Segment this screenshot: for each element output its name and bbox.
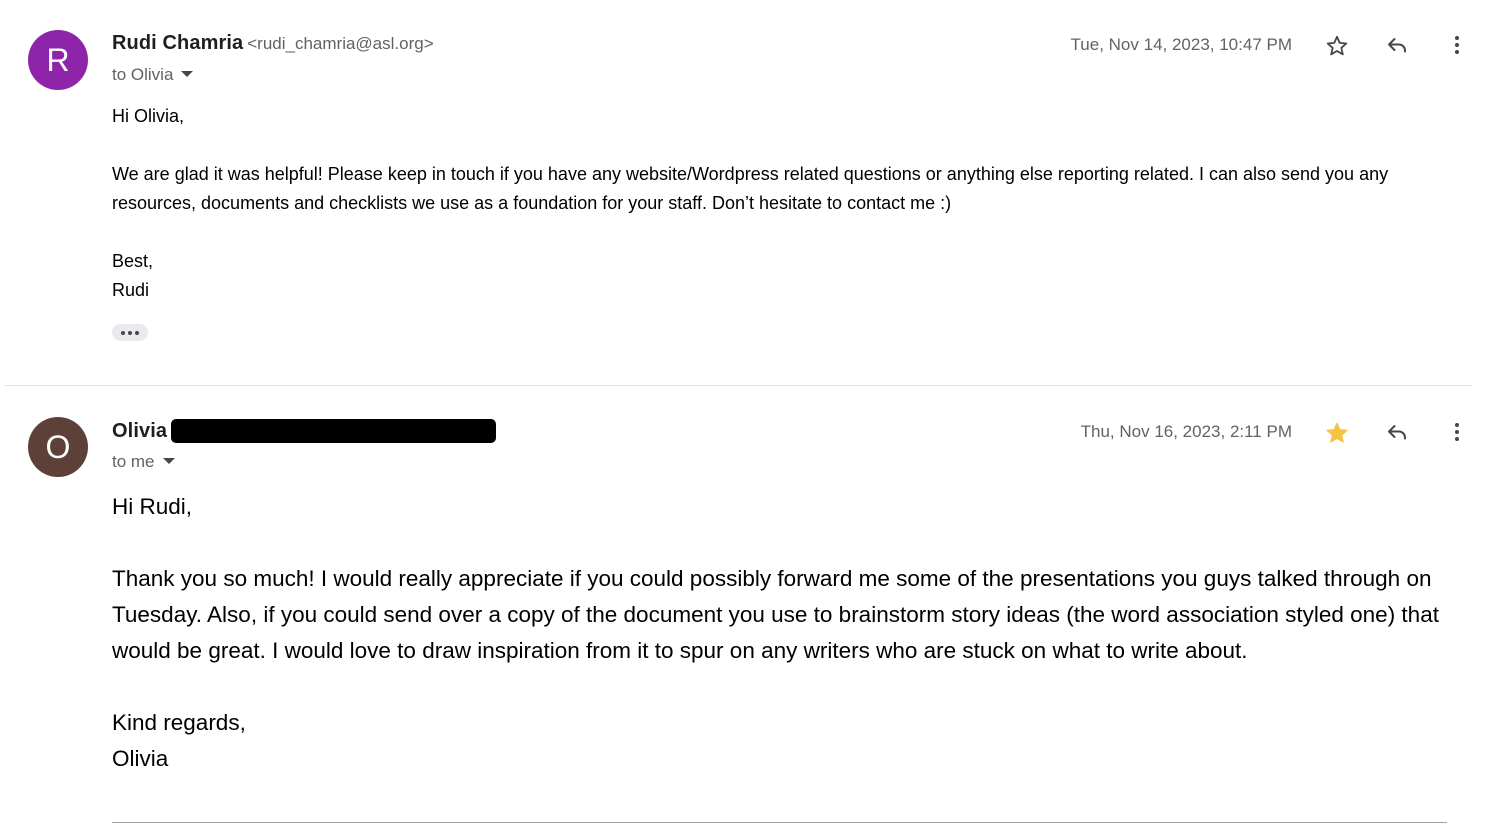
body-paragraph: We are glad it was helpful! Please keep … [112,164,1389,213]
body-paragraph: Thank you so much! I would really apprec… [112,566,1439,663]
sender-line: Rudi Chamria <rudi_chamria@asl.org> [112,32,434,55]
email-message-olivia: O Olivia to me Thu, Nov 16, 2023, 2:11 P… [0,387,1502,826]
greeting: Hi Olivia, [112,106,185,126]
sender-name[interactable]: Rudi Chamria [112,32,243,54]
closing: Best, [112,251,154,271]
signature: Olivia [112,746,169,771]
sender-line: Olivia [112,419,497,443]
chevron-down-icon[interactable] [162,458,175,464]
redacted-email [171,419,497,443]
avatar[interactable]: O [28,417,88,477]
more-vert-icon[interactable] [1443,31,1471,59]
sender-email[interactable]: <rudi_chamria@asl.org> [247,34,433,53]
message-body: Hi Rudi, Thank you so much! I would real… [112,489,1472,777]
reply-icon[interactable] [1383,418,1411,446]
star-icon[interactable] [1323,32,1351,60]
reply-icon[interactable] [1383,31,1411,59]
recipient-details-toggle[interactable]: to Olivia [112,65,194,85]
signature: Rudi [112,280,150,300]
message-divider [4,385,1472,386]
avatar[interactable]: R [28,30,88,90]
show-trimmed-content-icon[interactable] [112,324,148,341]
signature-divider [112,822,1447,823]
sender-name[interactable]: Olivia [112,420,167,442]
recipient-label: to me [112,452,155,471]
message-body: Hi Olivia, We are glad it was helpful! P… [112,102,1472,305]
recipient-label: to Olivia [112,65,174,84]
message-date: Thu, Nov 16, 2023, 2:11 PM [1080,422,1292,441]
greeting: Hi Rudi, [112,494,193,519]
email-message-rudi: R Rudi Chamria <rudi_chamria@asl.org> to … [0,0,1502,386]
closing: Kind regards, [112,710,246,735]
more-vert-icon[interactable] [1443,418,1471,446]
star-filled-icon[interactable] [1323,419,1351,447]
message-date: Tue, Nov 14, 2023, 10:47 PM [1070,35,1292,54]
chevron-down-icon[interactable] [181,71,194,77]
recipient-details-toggle[interactable]: to me [112,452,175,472]
